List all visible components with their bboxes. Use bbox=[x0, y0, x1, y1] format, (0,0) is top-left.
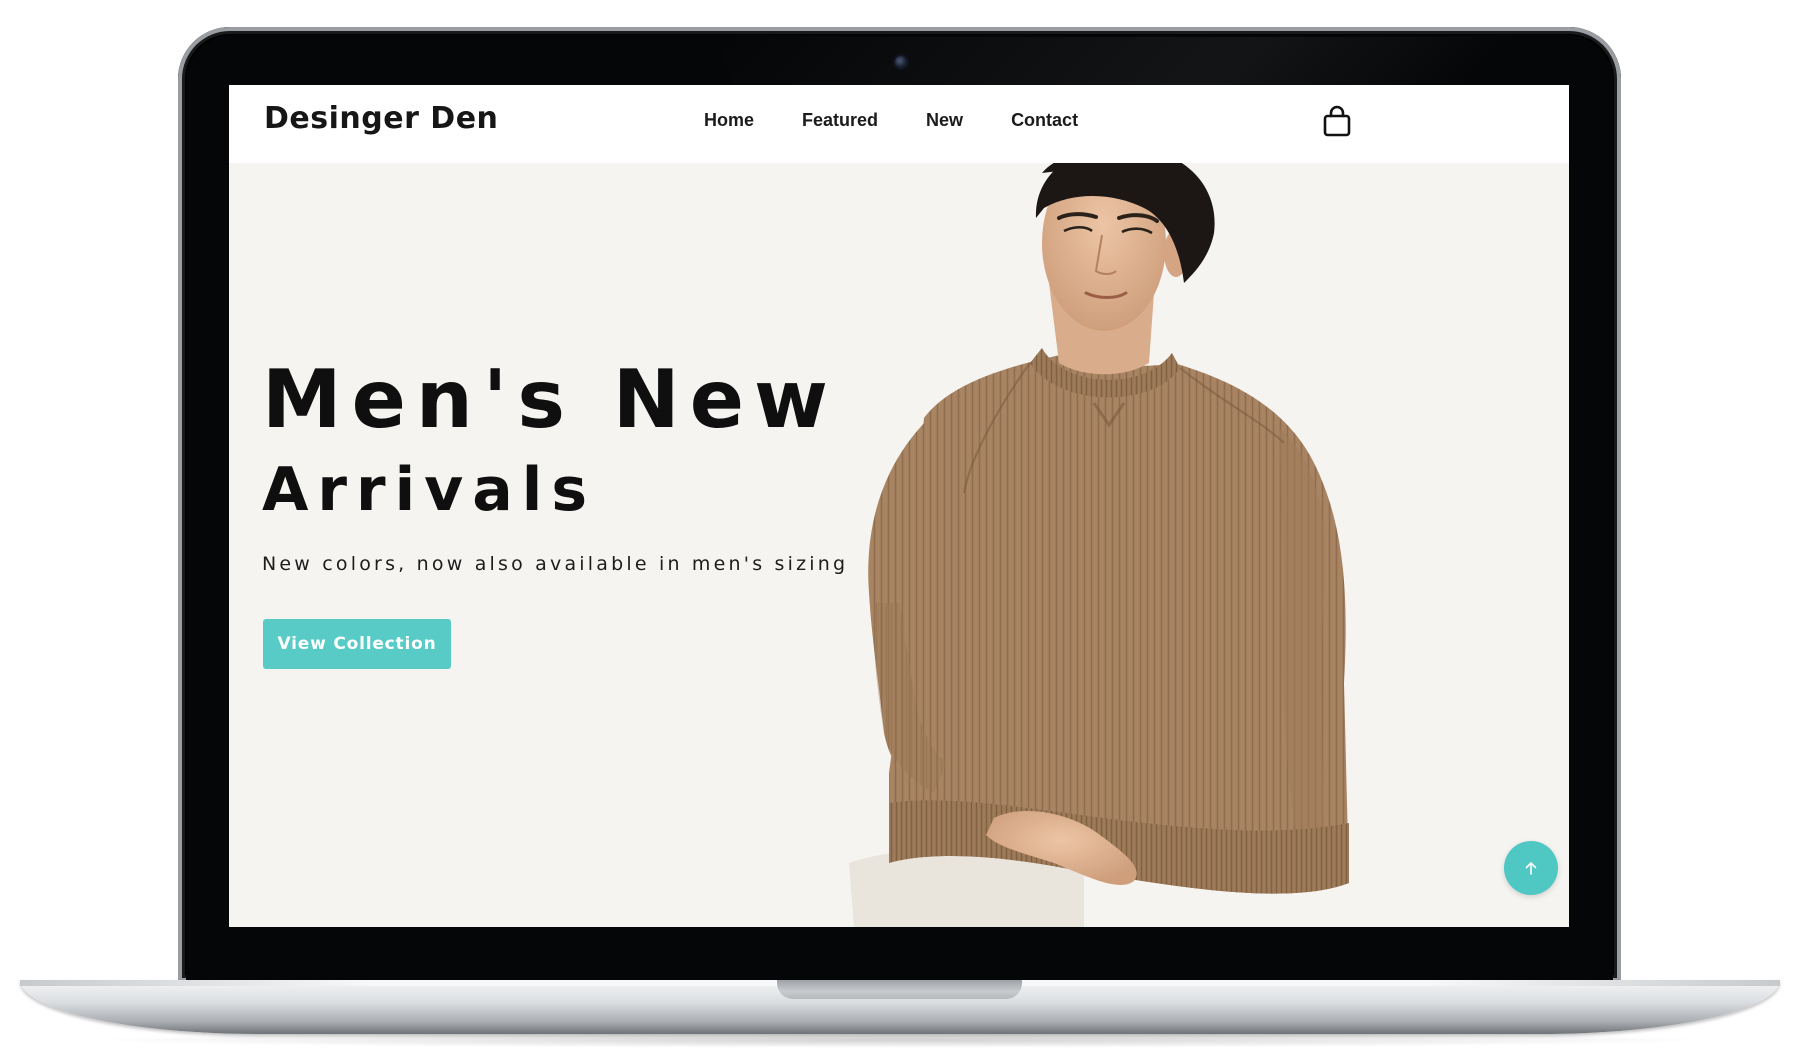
shopping-bag-icon[interactable] bbox=[1322, 105, 1352, 137]
brand-logo[interactable]: Desinger Den bbox=[264, 101, 498, 136]
hero-title-line-1: Men's New bbox=[262, 353, 838, 446]
laptop-hinge-notch bbox=[777, 980, 1022, 999]
hero-subtitle: New colors, now also available in men's … bbox=[262, 553, 849, 575]
laptop-screen: Desinger Den Home Featured New Contact M… bbox=[229, 85, 1569, 927]
nav-new[interactable]: New bbox=[926, 110, 963, 131]
view-collection-button[interactable]: View Collection bbox=[263, 619, 451, 669]
site-header: Desinger Den Home Featured New Contact bbox=[229, 85, 1569, 163]
nav-featured[interactable]: Featured bbox=[802, 110, 878, 131]
hero-title-line-2: Arrivals bbox=[262, 455, 597, 525]
webcam bbox=[895, 56, 907, 68]
nav-home[interactable]: Home bbox=[704, 110, 754, 131]
scroll-to-top-button[interactable] bbox=[1504, 841, 1558, 895]
hero-model-image bbox=[849, 163, 1349, 927]
arrow-up-icon bbox=[1525, 862, 1537, 875]
hero-section: Men's New Arrivals New colors, now also … bbox=[229, 163, 1569, 927]
nav-contact[interactable]: Contact bbox=[1011, 110, 1078, 131]
laptop-shadow bbox=[80, 1032, 1720, 1048]
main-nav: Home Featured New Contact bbox=[704, 110, 1126, 131]
